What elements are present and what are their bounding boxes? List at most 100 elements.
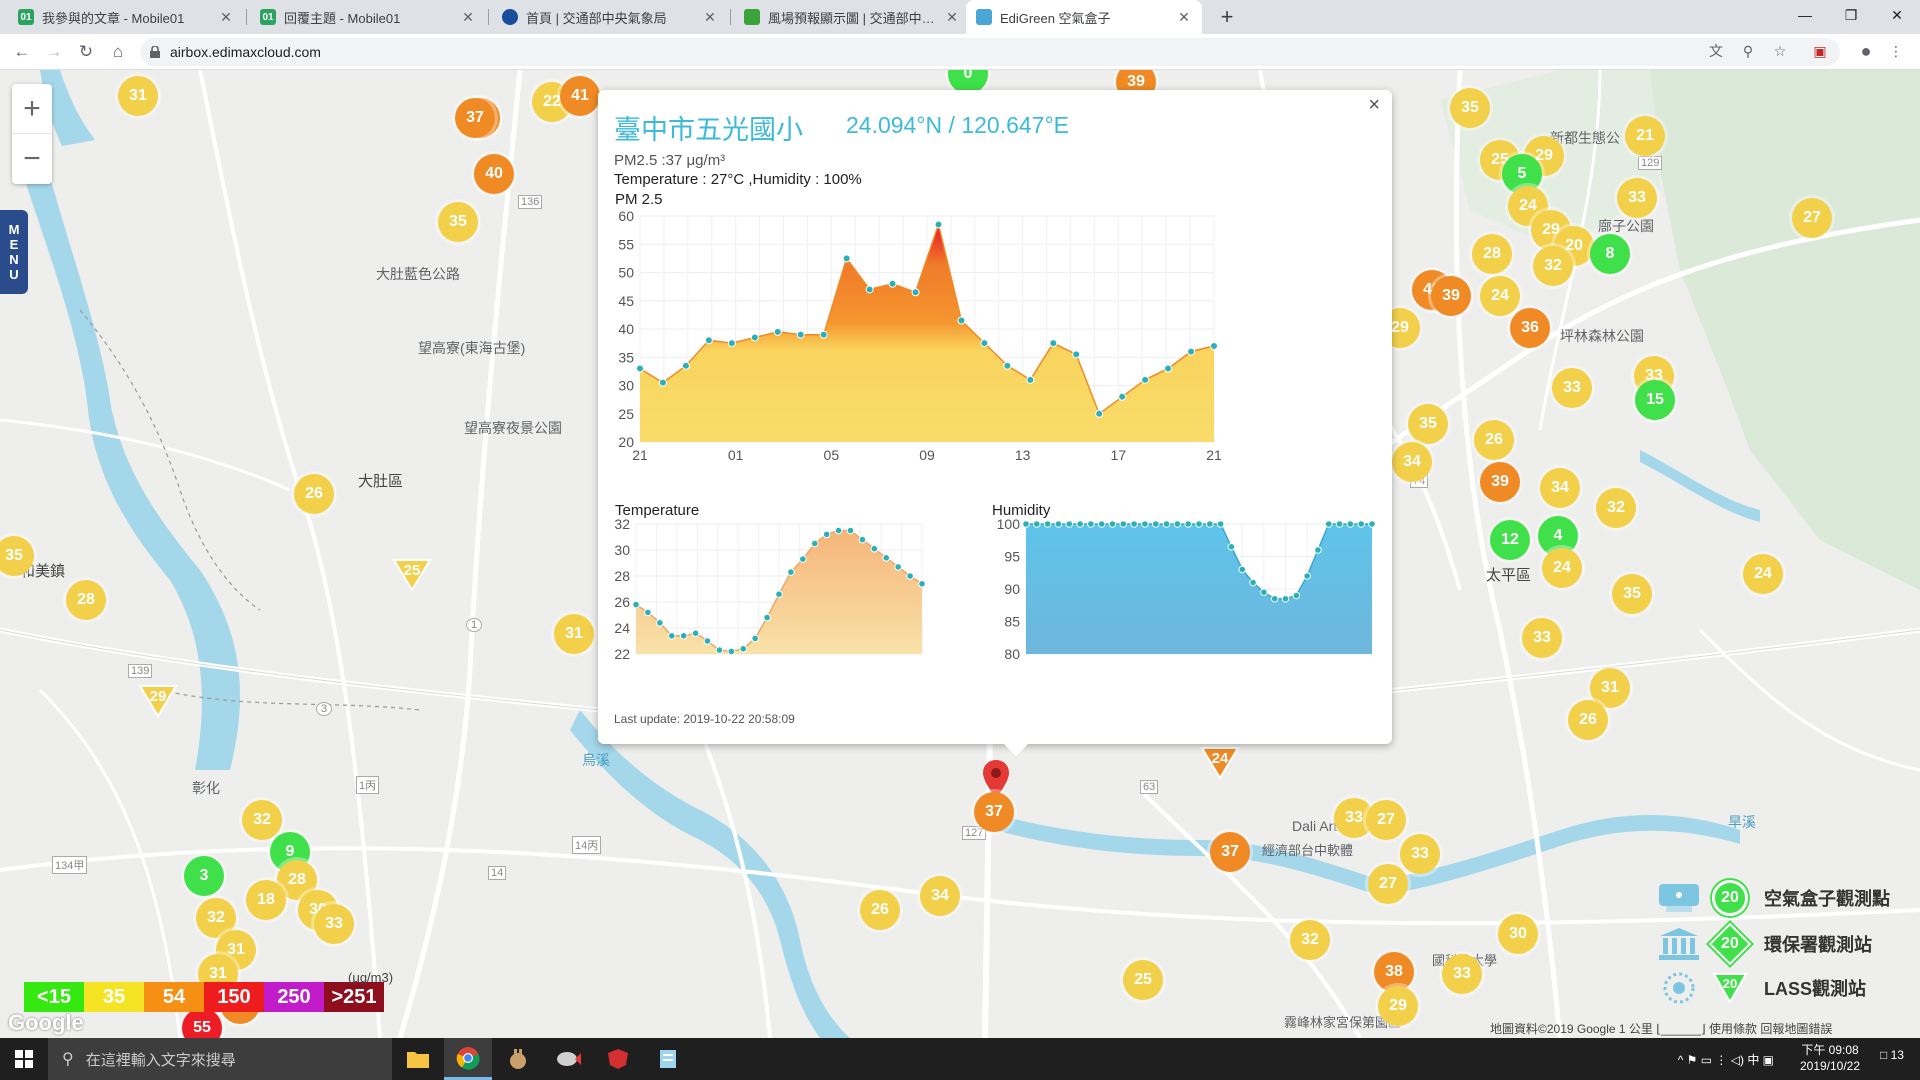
chrome-menu-icon[interactable]: ⋮ <box>1886 41 1906 61</box>
tab-mobile01-articles[interactable]: 01 我參與的文章 - Mobile01 ✕ <box>8 0 244 34</box>
sensor-marker[interactable]: 26 <box>294 474 334 514</box>
y-tick-label: 28 <box>614 568 630 584</box>
sensor-marker[interactable]: 24 <box>1480 276 1520 316</box>
tab-cwb-wind[interactable]: 風場預報顯示圖 | 交通部中央氣象局 ✕ <box>734 0 970 34</box>
bookmark-star-icon[interactable]: ☆ <box>1770 41 1790 61</box>
browser-tab-bar: 01 我參與的文章 - Mobile01 ✕ 01 回覆主題 - Mobile0… <box>0 0 1920 34</box>
close-window-button[interactable]: ✕ <box>1874 0 1920 30</box>
sensor-marker[interactable]: 35 <box>1612 574 1652 614</box>
lass-sensor-marker[interactable]: 24 <box>1200 742 1240 782</box>
tab-close-icon[interactable]: ✕ <box>218 9 234 26</box>
taskbar-chrome[interactable] <box>444 1038 492 1080</box>
sensor-marker[interactable]: 34 <box>920 876 960 916</box>
tab-close-icon[interactable]: ✕ <box>460 9 476 26</box>
taskbar-app-6[interactable] <box>644 1038 692 1080</box>
sensor-marker[interactable]: 27 <box>1366 800 1406 840</box>
minimize-button[interactable]: — <box>1782 0 1828 30</box>
google-logo: Google <box>8 1010 84 1035</box>
taskbar-app-3[interactable] <box>494 1038 542 1080</box>
place-label: 望高寮(東海古堡) <box>418 340 526 356</box>
zoom-in-button[interactable]: + <box>12 84 52 134</box>
maximize-button[interactable]: ❐ <box>1828 0 1874 30</box>
sensor-marker[interactable]: 26 <box>1568 700 1608 740</box>
sensor-marker[interactable]: 33 <box>1522 618 1562 658</box>
sensor-marker[interactable]: 39 <box>1431 276 1471 316</box>
sensor-marker[interactable]: 27 <box>1368 864 1408 904</box>
sensor-marker[interactable]: 36 <box>1510 308 1550 348</box>
taskbar-app-4[interactable] <box>544 1038 592 1080</box>
sensor-marker[interactable]: 40 <box>474 154 514 194</box>
data-point <box>842 254 851 263</box>
tab-close-icon[interactable]: ✕ <box>944 9 960 26</box>
sensor-marker[interactable]: 28 <box>1472 234 1512 274</box>
tab-mobile01-reply[interactable]: 01 回覆主題 - Mobile01 ✕ <box>250 0 486 34</box>
tab-close-icon[interactable]: ✕ <box>1176 9 1192 26</box>
selected-sensor-marker[interactable]: 37 <box>974 792 1014 832</box>
sensor-marker[interactable]: 35 <box>1450 88 1490 128</box>
sensor-marker[interactable]: 32 <box>242 800 282 840</box>
sensor-marker[interactable]: 8 <box>1590 234 1630 274</box>
sensor-marker[interactable]: 33 <box>314 904 354 944</box>
sensor-marker[interactable]: 29 <box>1378 986 1418 1026</box>
sensor-marker[interactable]: 28 <box>66 580 106 620</box>
sensor-marker[interactable]: 27 <box>1792 198 1832 238</box>
sensor-marker[interactable]: 39 <box>1480 462 1520 502</box>
sensor-marker[interactable]: 3 <box>184 856 224 896</box>
sensor-marker[interactable]: 24 <box>1542 548 1582 588</box>
sensor-marker[interactable]: 31 <box>554 614 594 654</box>
back-arrow-icon[interactable]: ← <box>8 38 36 66</box>
sensor-marker[interactable]: 30 <box>1498 914 1538 954</box>
profile-avatar-icon[interactable]: ● <box>1856 41 1876 61</box>
sensor-marker[interactable]: 26 <box>1474 420 1514 460</box>
data-point <box>667 632 676 640</box>
sensor-marker[interactable]: 33 <box>1400 834 1440 874</box>
sensor-marker[interactable]: 33 <box>1552 368 1592 408</box>
zoom-out-button[interactable]: − <box>12 134 52 184</box>
sensor-marker[interactable]: 33 <box>1442 954 1482 994</box>
sensor-marker[interactable]: 34 <box>1540 468 1580 508</box>
sensor-marker[interactable]: 25 <box>1123 960 1163 1000</box>
taskbar-search-box[interactable]: ⚲ 在這裡輸入文字來搜尋 <box>48 1038 392 1080</box>
sensor-marker[interactable]: 33 <box>1617 178 1657 218</box>
sensor-marker[interactable]: 18 <box>246 880 286 920</box>
sensor-marker[interactable]: 12 <box>1490 520 1530 560</box>
legend-label: 空氣盒子觀測點 <box>1764 889 1890 909</box>
lass-sensor-marker[interactable]: 25 <box>392 554 432 594</box>
sensor-marker[interactable]: 21 <box>1625 116 1665 156</box>
lass-sensor-marker[interactable]: 29 <box>138 680 178 720</box>
sensor-marker[interactable]: 32 <box>1533 246 1573 286</box>
forward-arrow-icon[interactable]: → <box>40 38 68 66</box>
sensor-marker[interactable]: 41 <box>560 76 600 116</box>
menu-button[interactable]: M E N U <box>0 210 28 294</box>
tab-edigreen-airbox[interactable]: EdiGreen 空氣盒子 ✕ <box>966 0 1202 34</box>
sensor-marker[interactable]: 32 <box>1596 488 1636 528</box>
new-tab-button[interactable]: + <box>1212 2 1242 32</box>
windows-start-button[interactable] <box>0 1038 48 1080</box>
sensor-marker[interactable]: 26 <box>860 890 900 930</box>
system-clock[interactable]: 下午 09:08 2019/10/22 <box>1790 1042 1870 1074</box>
system-tray[interactable]: ^ ⚑ ▭ ⋮ ◁) 中 ▣ <box>1678 1038 1774 1080</box>
translate-icon[interactable]: 文 <box>1706 41 1726 61</box>
zoom-icon[interactable]: ⚲ <box>1738 41 1758 61</box>
sensor-marker[interactable]: 34 <box>1392 442 1432 482</box>
taskbar-file-explorer[interactable] <box>394 1038 442 1080</box>
home-icon[interactable]: ⌂ <box>104 38 132 66</box>
notification-center-button[interactable]: □ 13 <box>1880 1048 1904 1062</box>
y-tick-label: 30 <box>618 378 634 394</box>
sensor-marker[interactable]: 24 <box>1743 554 1783 594</box>
extension-icon[interactable]: ▣ <box>1810 41 1830 61</box>
address-bar[interactable]: airbox.edimaxcloud.com <box>140 38 1840 66</box>
sensor-marker[interactable]: 37 <box>1210 832 1250 872</box>
taskbar-app-5[interactable] <box>594 1038 642 1080</box>
sensor-marker[interactable]: 32 <box>1290 920 1330 960</box>
tab-close-icon[interactable]: ✕ <box>702 9 718 26</box>
tab-cwb-home[interactable]: 首頁 | 交通部中央氣象局 ✕ <box>492 0 728 34</box>
popup-close-button[interactable]: × <box>1368 94 1380 117</box>
sensor-marker[interactable]: 37 <box>455 98 495 138</box>
sensor-marker[interactable]: 35 <box>438 202 478 242</box>
sensor-marker[interactable]: 35 <box>1408 404 1448 444</box>
sensor-marker[interactable]: 15 <box>1635 380 1675 420</box>
sensor-marker[interactable]: 31 <box>118 76 158 116</box>
map-attribution[interactable]: 地圖資料©2019 Google 1 公里 ⌊______⌋ 使用條款 回報地圖… <box>1490 1020 1832 1037</box>
reload-icon[interactable]: ↻ <box>72 38 100 66</box>
